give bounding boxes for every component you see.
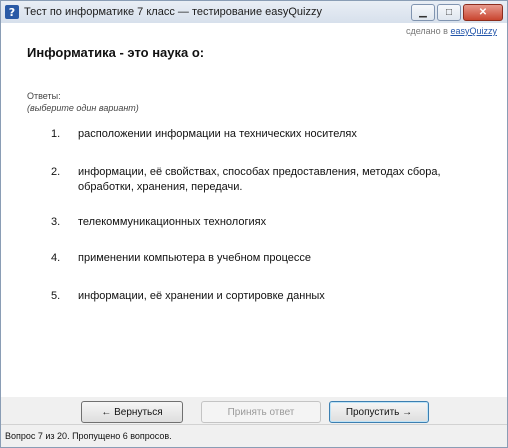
easyquizzy-link[interactable]: easyQuizzy (450, 26, 497, 36)
answer-option-5[interactable]: 5. информации, её хранении и сортировке … (51, 289, 471, 304)
made-with-note: сделано в easyQuizzy (406, 26, 497, 36)
title-bar[interactable]: ? Тест по информатике 7 класс — тестиров… (1, 1, 507, 24)
option-number: 4. (51, 252, 61, 264)
answers-label: Ответы: (27, 91, 61, 101)
status-text: Вопрос 7 из 20. Пропущено 6 вопросов. (5, 431, 172, 441)
option-text: телекоммуникационных технологиях (78, 216, 267, 228)
app-window: ? Тест по информатике 7 класс — тестиров… (0, 0, 508, 448)
answer-option-1[interactable]: 1. расположении информации на технически… (51, 127, 471, 142)
option-text: расположении информации на технических н… (78, 128, 357, 140)
answer-option-2[interactable]: 2. информации, её свойствах, способах пр… (51, 165, 471, 195)
back-button[interactable]: ← Вернуться (81, 401, 183, 423)
status-bar: Вопрос 7 из 20. Пропущено 6 вопросов. (1, 424, 507, 447)
option-number: 2. (51, 166, 61, 178)
option-text: информации, её свойствах, способах предо… (78, 166, 441, 193)
option-number: 5. (51, 290, 61, 302)
question-panel: сделано в easyQuizzy Информатика - это н… (1, 23, 507, 397)
window-controls: ▁ □ ✕ (411, 4, 503, 21)
window-title: Тест по информатике 7 класс — тестирован… (24, 6, 322, 18)
option-text: информации, её хранении и сортировке дан… (78, 290, 325, 302)
question-icon: ? (5, 5, 19, 19)
answer-option-4[interactable]: 4. применении компьютера в учебном проце… (51, 251, 471, 266)
question-title: Информатика - это наука о: (27, 45, 205, 60)
button-bar: ← Вернуться Принять ответ Пропустить → (1, 397, 507, 425)
minimize-icon[interactable]: ▁ (411, 4, 435, 21)
skip-button[interactable]: Пропустить → (329, 401, 429, 423)
option-number: 1. (51, 128, 61, 140)
made-with-prefix: сделано в (405, 26, 448, 36)
accept-answer-button[interactable]: Принять ответ (201, 401, 321, 423)
answers-hint: (выберите один вариант) (27, 103, 139, 113)
option-text: применении компьютера в учебном процессе (78, 252, 311, 264)
close-icon[interactable]: ✕ (463, 4, 503, 21)
answer-option-3[interactable]: 3. телекоммуникационных технологиях (51, 215, 471, 230)
option-number: 3. (51, 216, 61, 228)
maximize-icon[interactable]: □ (437, 4, 461, 21)
